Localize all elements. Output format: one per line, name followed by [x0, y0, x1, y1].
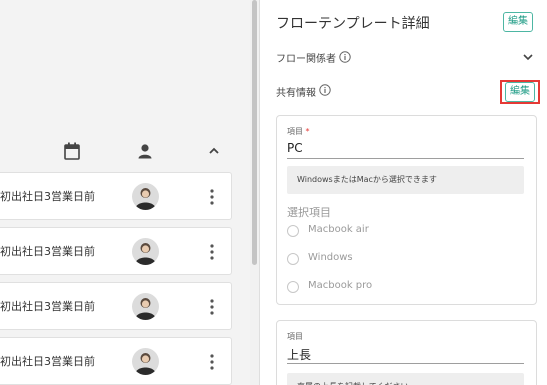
avatar	[132, 348, 159, 375]
info-icon[interactable]	[319, 84, 331, 96]
template-detail-panel: フローテンプレート詳細 編集 フロー関係者 共有情報 編集 項目 * PC Wi…	[260, 0, 547, 385]
task-card[interactable]: 初出社日3営業日前	[0, 227, 232, 275]
field-underline	[287, 363, 524, 364]
field-value[interactable]: PC	[287, 141, 303, 155]
help-text: 直属の上長を記載してください	[287, 373, 524, 385]
field-label: 項目 *	[287, 126, 310, 137]
task-title: 初出社日3営業日前	[0, 190, 95, 203]
person-icon[interactable]	[137, 142, 153, 160]
radio-circle[interactable]	[287, 253, 299, 265]
more-icon[interactable]	[205, 242, 219, 262]
task-card[interactable]: 初出社日3営業日前	[0, 172, 232, 220]
highlight-box	[500, 80, 540, 104]
avatar	[132, 293, 159, 320]
options-label: 選択項目	[287, 206, 331, 219]
field-value[interactable]: 上長	[287, 346, 311, 363]
panel-title: フローテンプレート詳細	[276, 16, 430, 32]
more-icon[interactable]	[205, 297, 219, 317]
calendar-icon[interactable]	[64, 142, 80, 160]
task-title: 初出社日3営業日前	[0, 355, 95, 368]
avatar	[132, 238, 159, 265]
task-card[interactable]: 初出社日3営業日前	[0, 282, 232, 330]
chevron-down-icon[interactable]	[522, 52, 534, 62]
more-icon[interactable]	[205, 352, 219, 372]
task-title: 初出社日3営業日前	[0, 300, 95, 313]
scrollbar-thumb[interactable]	[252, 0, 257, 265]
radio-label: Windows	[308, 252, 353, 263]
radio-circle[interactable]	[287, 225, 299, 237]
field-underline	[287, 158, 524, 159]
radio-label: Macbook air	[308, 224, 369, 235]
edit-button[interactable]: 編集	[503, 12, 533, 32]
help-text: WindowsまたはMacから選択できます	[287, 166, 524, 194]
shared-info-label: 共有情報	[276, 88, 316, 99]
shared-info-item-card: 項目 * PC WindowsまたはMacから選択できます 選択項目 Macbo…	[276, 115, 537, 305]
radio-label: Macbook pro	[308, 280, 373, 291]
task-list-pane: 初出社日3営業日前 初出社日3営業日前 初出社日3営業日前 初出社日3営業日前	[0, 0, 250, 385]
task-card[interactable]: 初出社日3営業日前	[0, 337, 232, 385]
info-icon[interactable]	[339, 51, 351, 63]
field-label: 項目	[287, 332, 303, 341]
required-mark: *	[305, 127, 310, 136]
more-icon[interactable]	[205, 187, 219, 207]
avatar	[132, 183, 159, 210]
flow-members-label: フロー関係者	[276, 54, 336, 65]
shared-info-item-card: 項目 上長 直属の上長を記載してください	[276, 320, 537, 385]
field-label-text: 項目	[287, 127, 303, 136]
chevron-up-icon[interactable]	[206, 142, 222, 160]
task-title: 初出社日3営業日前	[0, 245, 95, 258]
radio-circle[interactable]	[287, 281, 299, 293]
